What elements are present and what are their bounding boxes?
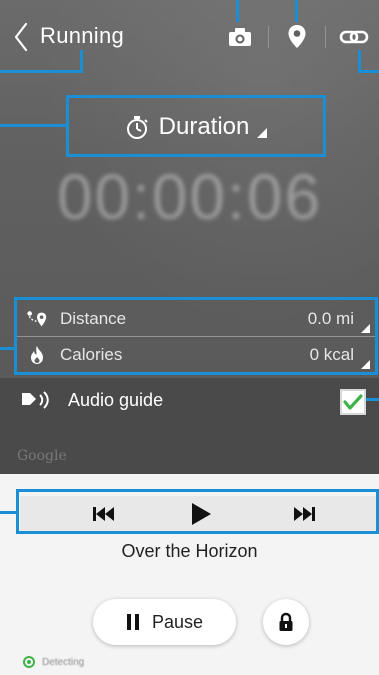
link-button[interactable] [338,22,370,52]
chevron-left-icon [14,22,28,52]
phone-screen: Running Duration 00:00:06 Distance 0.0 m… [0,0,379,675]
lock-icon [279,612,293,631]
checkmark-icon [343,394,363,410]
audio-guide-checkbox[interactable] [340,389,366,415]
callout-line [358,70,379,73]
title-bar: Running [0,0,379,76]
callout-line [366,398,379,401]
callout-line [80,50,83,73]
callout-line [358,50,361,73]
callout-line [0,511,17,514]
callout-line [295,0,298,22]
callout-line [0,124,67,127]
page-title: Running [40,23,125,48]
callout-line [0,70,83,73]
map-attribution: Google [17,448,67,464]
back-button[interactable] [12,20,30,54]
gps-status-label: Detecting [42,656,85,668]
toolbar-divider [268,26,269,48]
callout-music [16,489,379,534]
location-button[interactable] [281,22,313,52]
pause-button[interactable]: Pause [93,599,236,645]
callout-line [236,0,239,22]
callout-stats [14,297,378,375]
toolbar-divider [325,26,326,48]
gps-status-icon [23,656,35,668]
song-title: Over the Horizon [121,541,258,561]
pause-label: Pause [151,611,204,632]
elapsed-timer: 00:00:06 [56,161,323,233]
gps-status: Detecting [23,656,84,668]
camera-icon [229,28,251,46]
link-icon [339,30,369,44]
speaker-icon [22,391,49,409]
lock-button[interactable] [263,599,309,645]
callout-line [0,347,15,350]
callout-duration [66,95,326,157]
map-pin-icon [288,25,306,48]
audio-guide-row[interactable]: Audio guide [0,380,379,420]
pause-icon [126,614,139,630]
camera-button[interactable] [224,22,256,52]
audio-guide-label: Audio guide [68,389,164,410]
